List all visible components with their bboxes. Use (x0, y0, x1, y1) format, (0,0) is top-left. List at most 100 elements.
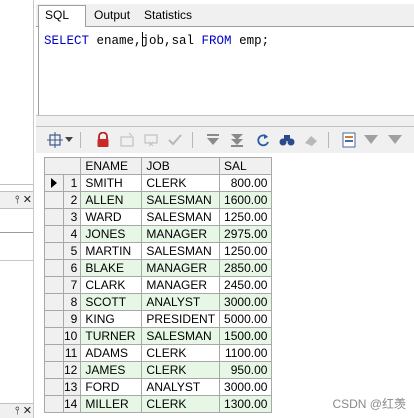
table-row[interactable]: 1 SMITH CLERK 800.00 (44, 174, 273, 192)
cell-sal[interactable]: 3000.00 (219, 293, 273, 311)
cell-ename[interactable]: ALLEN (80, 191, 143, 209)
cell-ename[interactable]: JONES (80, 225, 143, 243)
row-indicator[interactable] (44, 310, 64, 328)
table-row[interactable]: 13 FORD ANALYST 3000.00 (44, 378, 273, 396)
cell-job[interactable]: MANAGER (141, 225, 221, 243)
cell-ename[interactable]: MARTIN (80, 242, 143, 260)
row-indicator[interactable] (44, 344, 64, 362)
cell-sal[interactable]: 5000.00 (219, 310, 273, 328)
cell-ename[interactable]: KING (80, 310, 143, 328)
table-row[interactable]: 6 BLAKE MANAGER 2850.00 (44, 259, 273, 277)
row-indicator[interactable] (44, 276, 64, 294)
row-indicator[interactable] (44, 225, 64, 243)
sql-editor[interactable]: SELECT ename,job,sal FROM emp; (38, 27, 414, 115)
cell-job[interactable]: CLERK (141, 395, 221, 413)
cell-job[interactable]: ANALYST (141, 293, 221, 311)
delete-record-icon[interactable] (142, 131, 160, 149)
row-number[interactable]: 13 (62, 378, 82, 396)
cell-job[interactable]: ANALYST (141, 378, 221, 396)
row-number[interactable]: 8 (62, 293, 82, 311)
cell-job[interactable]: SALESMAN (141, 191, 221, 209)
cell-sal[interactable]: 1250.00 (219, 208, 273, 226)
last-page-icon[interactable] (228, 131, 246, 149)
cell-job[interactable]: SALESMAN (141, 242, 221, 260)
cell-job[interactable]: CLERK (141, 361, 221, 379)
row-indicator[interactable] (44, 378, 64, 396)
lock-icon[interactable] (94, 131, 112, 149)
cell-ename[interactable]: WARD (80, 208, 143, 226)
table-row[interactable]: 11 ADAMS CLERK 1100.00 (44, 344, 273, 362)
cell-ename[interactable]: ADAMS (80, 344, 143, 362)
pin-icon[interactable]: ⫯ (15, 405, 20, 417)
filter-icon[interactable] (362, 131, 380, 149)
cell-ename[interactable]: JAMES (80, 361, 143, 379)
table-row[interactable]: 7 CLARK MANAGER 2450.00 (44, 276, 273, 294)
row-number[interactable]: 12 (62, 361, 82, 379)
row-number[interactable]: 9 (62, 310, 82, 328)
row-number[interactable]: 7 (62, 276, 82, 294)
row-indicator[interactable] (44, 395, 64, 413)
row-number[interactable]: 3 (62, 208, 82, 226)
row-indicator[interactable] (44, 174, 64, 192)
find-icon[interactable] (278, 131, 296, 149)
tab-sql[interactable]: SQL (38, 5, 86, 28)
close-icon[interactable]: ✕ (23, 194, 32, 206)
cell-sal[interactable]: 1100.00 (219, 344, 273, 362)
table-row[interactable]: 9 KING PRESIDENT 5000.00 (44, 310, 273, 328)
cell-ename[interactable]: SCOTT (80, 293, 143, 311)
cell-sal[interactable]: 3000.00 (219, 378, 273, 396)
cell-sal[interactable]: 1500.00 (219, 327, 273, 345)
row-indicator[interactable] (44, 327, 64, 345)
cell-sal[interactable]: 1600.00 (219, 191, 273, 209)
column-header-sal[interactable]: SAL (219, 157, 273, 175)
cell-job[interactable]: PRESIDENT (141, 310, 221, 328)
clear-icon[interactable] (302, 131, 320, 149)
tab-output[interactable]: Output (88, 6, 138, 27)
row-number[interactable]: 10 (62, 327, 82, 345)
cell-sal[interactable]: 950.00 (219, 361, 273, 379)
table-row[interactable]: 14 MILLER CLERK 1300.00 (44, 395, 273, 413)
table-row[interactable]: 12 JAMES CLERK 950.00 (44, 361, 273, 379)
row-indicator[interactable] (44, 242, 64, 260)
tab-statistics[interactable]: Statistics (138, 6, 196, 27)
next-page-icon[interactable] (204, 131, 222, 149)
cell-ename[interactable]: BLAKE (80, 259, 143, 277)
table-row[interactable]: 5 MARTIN SALESMAN 1250.00 (44, 242, 273, 260)
table-row[interactable]: 4 JONES MANAGER 2975.00 (44, 225, 273, 243)
row-indicator[interactable] (44, 361, 64, 379)
column-header-job[interactable]: JOB (141, 157, 221, 175)
row-number[interactable]: 6 (62, 259, 82, 277)
row-indicator[interactable] (44, 208, 64, 226)
cell-job[interactable]: MANAGER (141, 276, 221, 294)
cell-job[interactable]: SALESMAN (141, 208, 221, 226)
refresh-icon[interactable] (254, 131, 272, 149)
table-row[interactable]: 10 TURNER SALESMAN 1500.00 (44, 327, 273, 345)
row-number[interactable]: 5 (62, 242, 82, 260)
table-row[interactable]: 2 ALLEN SALESMAN 1600.00 (44, 191, 273, 209)
row-indicator[interactable] (44, 293, 64, 311)
cell-sal[interactable]: 800.00 (219, 174, 273, 192)
dropdown-arrow-icon[interactable] (64, 131, 74, 149)
cell-ename[interactable]: FORD (80, 378, 143, 396)
cell-ename[interactable]: MILLER (80, 395, 143, 413)
grid-options-icon[interactable] (46, 131, 64, 149)
cell-sal[interactable]: 2850.00 (219, 259, 273, 277)
cell-sal[interactable]: 1300.00 (219, 395, 273, 413)
editor-results-splitter[interactable] (36, 115, 414, 127)
row-number[interactable]: 1 (62, 174, 82, 192)
pin-icon[interactable]: ⫯ (15, 194, 20, 206)
cell-sal[interactable]: 2450.00 (219, 276, 273, 294)
insert-record-icon[interactable] (118, 131, 136, 149)
close-icon[interactable]: ✕ (23, 405, 32, 417)
row-indicator[interactable] (44, 259, 64, 277)
cell-job[interactable]: CLERK (141, 174, 221, 192)
cell-ename[interactable]: SMITH (80, 174, 143, 192)
cell-sal[interactable]: 1250.00 (219, 242, 273, 260)
cell-ename[interactable]: CLARK (80, 276, 143, 294)
row-indicator[interactable] (44, 191, 64, 209)
cell-job[interactable]: MANAGER (141, 259, 221, 277)
post-changes-icon[interactable] (166, 131, 184, 149)
export-icon[interactable] (340, 131, 358, 149)
table-row[interactable]: 3 WARD SALESMAN 1250.00 (44, 208, 273, 226)
row-number[interactable]: 14 (62, 395, 82, 413)
